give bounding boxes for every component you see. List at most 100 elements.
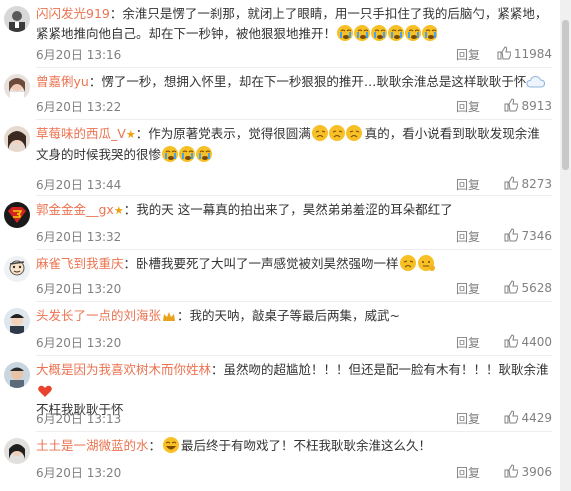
thumbs-up-icon bbox=[504, 228, 519, 242]
username[interactable]: 麻雀飞到我重庆 bbox=[36, 256, 124, 271]
username[interactable]: 土土是一湖微蓝的水 bbox=[36, 438, 149, 453]
crying-face-icon bbox=[162, 146, 213, 162]
timestamp: 6月20日 13:22 bbox=[36, 100, 122, 114]
avatar[interactable] bbox=[4, 6, 30, 32]
avatar[interactable] bbox=[4, 308, 30, 334]
timestamp: 6月20日 13:13 bbox=[36, 412, 122, 426]
comment-meta: 6月20日 13:44 回复 8273 bbox=[36, 174, 552, 194]
comment-item: 草莓味的西瓜_V★：作为原著党表示，觉得很圆满 真的，看小说看到耿耿发现余淮文身的… bbox=[0, 120, 560, 196]
crown-icon bbox=[163, 312, 176, 321]
username[interactable]: 草莓味的西瓜_V bbox=[36, 126, 126, 141]
reply-button[interactable]: 回复 bbox=[456, 464, 480, 481]
comment-text: ：愣了一秒，想拥入怀里，却在下一秒狠狠的推开…耿耿余淮总是这样耿耿于怀 bbox=[88, 74, 527, 89]
comment-meta: 6月20日 13:13 回复 4429 bbox=[36, 408, 552, 428]
laughing-face-icon bbox=[163, 437, 180, 453]
cloud-icon bbox=[526, 75, 546, 88]
comment-body: 头发长了一点的刘海张 ：我的天呐，敲桌子等最后两集，威武~ bbox=[36, 306, 550, 326]
crown-icon: ★ bbox=[125, 128, 136, 141]
reply-button[interactable]: 回复 bbox=[456, 46, 480, 63]
timestamp: 6月20日 13:16 bbox=[36, 48, 122, 62]
comment-body: 曾嘉俐yu：愣了一秒，想拥入怀里，却在下一秒狠狠的推开…耿耿余淮总是这样耿耿于怀 bbox=[36, 72, 550, 92]
avatar[interactable] bbox=[4, 74, 30, 100]
reply-button[interactable]: 回复 bbox=[456, 280, 480, 297]
comment-item: 闪闪发光919：余淮只是愣了一刹那，就闭上了眼睛，用一只手扣住了我的后脑勺，紧紧… bbox=[0, 0, 560, 68]
comment-item: 大概是因为我喜欢树木而你姓林：虽然吻的超尴尬！！！但还是配一脸有木有！！！耿耿余… bbox=[0, 356, 560, 432]
comment-meta: 6月20日 13:32 回复 7346 bbox=[36, 226, 552, 246]
like-button[interactable]: 8273 bbox=[488, 176, 552, 191]
like-count: 4429 bbox=[521, 411, 552, 425]
comment-text: ：我的天 这一幕真的拍出来了，昊然弟弟羞涩的耳朵都红了 bbox=[123, 202, 453, 217]
like-button[interactable]: 4400 bbox=[488, 334, 552, 349]
timestamp: 6月20日 13:44 bbox=[36, 178, 122, 192]
reply-button[interactable]: 回复 bbox=[456, 228, 480, 245]
timestamp: 6月20日 13:32 bbox=[36, 230, 122, 244]
comment-text: 最后终于有吻戏了！不枉我耿耿余淮这么久！ bbox=[181, 438, 432, 453]
thumbs-up-icon bbox=[497, 46, 512, 60]
comment-body: 郭金金金__gx★：我的天 这一幕真的拍出来了，昊然弟弟羞涩的耳朵都红了 bbox=[36, 200, 550, 221]
like-button[interactable]: 5628 bbox=[488, 280, 552, 295]
username[interactable]: 闪闪发光919 bbox=[36, 6, 110, 21]
like-count: 4400 bbox=[521, 335, 552, 349]
comment-meta: 6月20日 13:22 回复 8913 bbox=[36, 96, 552, 116]
username[interactable]: 大概是因为我喜欢树木而你姓林 bbox=[36, 362, 211, 377]
comment-meta: 6月20日 13:20 回复 5628 bbox=[36, 278, 552, 298]
username[interactable]: 曾嘉俐yu bbox=[36, 74, 89, 89]
comment-body: 闪闪发光919：余淮只是愣了一刹那，就闭上了眼睛，用一只手扣住了我的后脑勺，紧紧… bbox=[36, 4, 550, 44]
avatar[interactable] bbox=[4, 202, 30, 228]
weary-face-icon bbox=[399, 255, 435, 271]
weary-face-icon bbox=[311, 125, 362, 141]
comment-item: 麻雀飞到我重庆：卧槽我要死了大叫了一声感觉被刘昊然强吻一样 6月20日 13:2… bbox=[0, 250, 560, 302]
comment-meta: 6月20日 13:20 回复 4400 bbox=[36, 332, 552, 352]
comment-item: 郭金金金__gx★：我的天 这一幕真的拍出来了，昊然弟弟羞涩的耳朵都红了 6月2… bbox=[0, 196, 560, 250]
crying-face-icon bbox=[336, 25, 438, 41]
timestamp: 6月20日 13:20 bbox=[36, 466, 122, 480]
crown-icon: ★ bbox=[113, 204, 124, 217]
avatar[interactable] bbox=[4, 362, 30, 388]
like-button[interactable]: 8913 bbox=[488, 98, 552, 113]
username[interactable]: 郭金金金__gx bbox=[36, 202, 114, 217]
avatar[interactable] bbox=[4, 256, 30, 282]
like-count: 3906 bbox=[521, 465, 552, 479]
comment-body: 土土是一湖微蓝的水： 最后终于有吻戏了！不枉我耿耿余淮这么久！ bbox=[36, 437, 432, 453]
comment-meta: 6月20日 13:16 回复 11984 bbox=[36, 44, 552, 64]
thumbs-up-icon bbox=[504, 410, 519, 424]
thumbs-up-icon bbox=[504, 176, 519, 190]
comment-meta: 6月20日 13:20 回复 3906 bbox=[36, 462, 552, 482]
thumbs-up-icon bbox=[504, 98, 519, 112]
comment-text: ：虽然吻的超尴尬！！！但还是配一脸有木有！！！耿耿余淮 bbox=[211, 362, 549, 377]
like-button[interactable]: 7346 bbox=[488, 228, 552, 243]
like-button[interactable]: 11984 bbox=[488, 46, 552, 61]
avatar[interactable] bbox=[4, 438, 30, 464]
timestamp: 6月20日 13:20 bbox=[36, 336, 122, 350]
crying-face-icon bbox=[337, 25, 438, 41]
like-button[interactable]: 4429 bbox=[488, 410, 552, 425]
comment-item: 曾嘉俐yu：愣了一秒，想拥入怀里，却在下一秒狠狠的推开…耿耿余淮总是这样耿耿于怀… bbox=[0, 68, 560, 120]
comment-item: 土土是一湖微蓝的水： 最后终于有吻戏了！不枉我耿耿余淮这么久！ 6月20日 13:… bbox=[0, 432, 560, 491]
like-count: 8273 bbox=[521, 177, 552, 191]
comment-text: ：余淮只是愣了一刹那，就闭上了眼睛，用一只手扣住了我的后脑勺，紧紧地，紧紧地推向… bbox=[36, 6, 548, 41]
comment-text: ：作为原著党表示，觉得很圆满 bbox=[135, 126, 311, 141]
thumbs-up-icon bbox=[504, 280, 519, 294]
like-button[interactable]: 3906 bbox=[488, 464, 552, 479]
timestamp: 6月20日 13:20 bbox=[36, 282, 122, 296]
reply-button[interactable]: 回复 bbox=[456, 98, 480, 115]
thumbs-up-icon bbox=[504, 334, 519, 348]
scrollbar-thumb[interactable] bbox=[562, 20, 569, 170]
comment-text: ：卧槽我要死了大叫了一声感觉被刘昊然强吻一样 bbox=[123, 256, 399, 271]
comment-body: 麻雀飞到我重庆：卧槽我要死了大叫了一声感觉被刘昊然强吻一样 bbox=[36, 254, 550, 274]
heart-icon bbox=[38, 385, 52, 397]
thumbs-up-icon bbox=[504, 464, 519, 478]
like-count: 8913 bbox=[521, 99, 552, 113]
like-count: 5628 bbox=[521, 281, 552, 295]
reply-button[interactable]: 回复 bbox=[456, 176, 480, 193]
comment-item: 头发长了一点的刘海张 ：我的天呐，敲桌子等最后两集，威武~ 6月20日 13:20… bbox=[0, 302, 560, 356]
comment-body: 草莓味的西瓜_V★：作为原著党表示，觉得很圆满 真的，看小说看到耿耿发现余淮文身的… bbox=[36, 124, 550, 165]
comment-text: ：我的天呐，敲桌子等最后两集，威武~ bbox=[177, 308, 400, 323]
avatar[interactable] bbox=[4, 126, 30, 152]
scrollbar[interactable] bbox=[560, 0, 571, 491]
reply-button[interactable]: 回复 bbox=[456, 410, 480, 427]
comment-list: 闪闪发光919：余淮只是愣了一刹那，就闭上了眼睛，用一只手扣住了我的后脑勺，紧紧… bbox=[0, 0, 560, 491]
username[interactable]: 头发长了一点的刘海张 bbox=[36, 308, 161, 323]
reply-button[interactable]: 回复 bbox=[456, 334, 480, 351]
like-count: 7346 bbox=[521, 229, 552, 243]
